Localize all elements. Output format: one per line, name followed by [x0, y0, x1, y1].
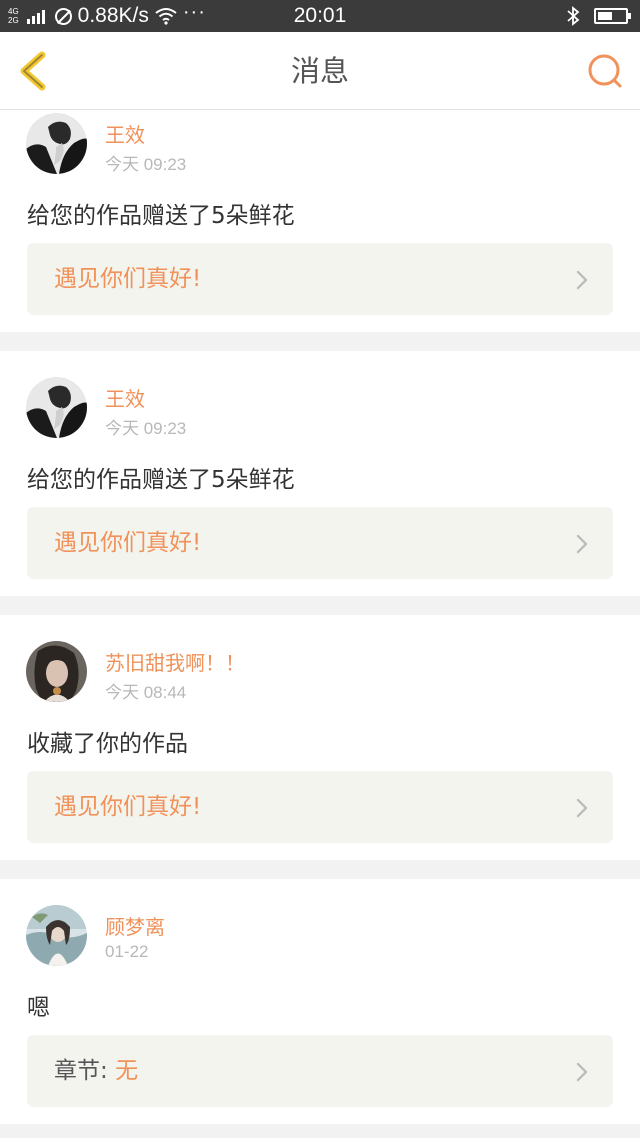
avatar[interactable] — [26, 905, 87, 966]
chevron-right-icon — [576, 534, 588, 554]
chevron-right-icon — [576, 798, 588, 818]
avatar[interactable] — [26, 113, 87, 174]
battery-level — [598, 12, 612, 20]
work-title: 遇见你们真好! — [54, 266, 202, 292]
work-link[interactable]: 遇见你们真好! — [27, 771, 613, 843]
message-card: 王效 今天 09:23 给您的作品赠送了5朵鲜花 遇见你们真好! — [0, 110, 640, 332]
work-link[interactable]: 遇见你们真好! — [27, 243, 613, 315]
chapter-row: 章节: 无 — [54, 1035, 138, 1107]
work-title: 遇见你们真好! — [54, 530, 202, 556]
page-title: 消息 — [290, 54, 349, 88]
message-card: 顾梦离 01-22 嗯 章节: 无 — [0, 879, 640, 1124]
message-card: 王效 今天 09:23 给您的作品赠送了5朵鲜花 遇见你们真好! — [0, 351, 640, 596]
timestamp: 今天 09:23 — [105, 419, 187, 438]
status-bar: 4G 2G 0.88K/s ··· 20:01 — [0, 0, 640, 32]
chapter-link[interactable]: 章节: 无 — [27, 1035, 613, 1107]
message-text: 给您的作品赠送了5朵鲜花 — [27, 203, 295, 229]
status-time: 20:01 — [293, 4, 347, 27]
work-title: 遇见你们真好! — [54, 794, 202, 820]
timestamp: 今天 08:44 — [105, 683, 187, 702]
timestamp: 01-22 — [105, 942, 149, 961]
user-name[interactable]: 顾梦离 — [105, 911, 165, 940]
user-name[interactable]: 王效 — [105, 383, 145, 412]
message-text: 给您的作品赠送了5朵鲜花 — [27, 467, 295, 493]
chevron-right-icon — [576, 270, 588, 290]
bluetooth-icon — [567, 6, 580, 26]
battery-icon — [594, 8, 631, 24]
message-text: 收藏了你的作品 — [27, 731, 188, 757]
chevron-right-icon — [576, 1062, 588, 1082]
timestamp: 今天 09:23 — [105, 155, 187, 174]
status-right — [566, 0, 631, 32]
user-name[interactable]: 苏旧甜我啊！！ — [105, 647, 245, 676]
nav-bar: 消息 — [0, 32, 640, 110]
chapter-label: 章节: — [54, 1058, 108, 1084]
user-name[interactable]: 王效 — [105, 119, 145, 148]
message-card: 苏旧甜我啊！！ 今天 08:44 收藏了你的作品 遇见你们真好! — [0, 615, 640, 860]
chapter-value: 无 — [115, 1058, 139, 1084]
search-icon[interactable] — [586, 52, 624, 90]
work-link[interactable]: 遇见你们真好! — [27, 507, 613, 579]
avatar[interactable] — [26, 641, 87, 702]
message-text: 嗯 — [27, 995, 50, 1021]
avatar[interactable] — [26, 377, 87, 438]
